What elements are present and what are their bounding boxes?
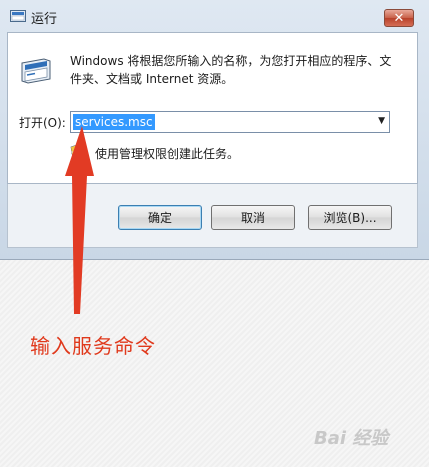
button-bar: 确定 取消 浏览(B)... — [7, 184, 418, 248]
shield-icon — [70, 144, 84, 160]
close-button[interactable]: ✕ — [384, 9, 414, 27]
close-icon: ✕ — [393, 10, 405, 26]
title-bar: 运行 ✕ — [0, 0, 429, 32]
open-label: 打开(O): — [19, 116, 66, 130]
run-dialog: 运行 ✕ Windows 将根据您所输入的名称，为您打开相应的程序、文件夹、文档… — [0, 0, 429, 260]
open-combobox[interactable]: services.msc ▼ — [70, 111, 390, 133]
ok-button[interactable]: 确定 — [118, 205, 202, 230]
run-program-icon — [21, 58, 51, 84]
annotation-text: 输入服务命令 — [30, 334, 156, 358]
watermark: Bai 经验 — [314, 428, 389, 449]
run-icon-small — [10, 10, 26, 22]
chevron-down-icon[interactable]: ▼ — [378, 116, 385, 126]
open-input-value[interactable]: services.msc — [73, 114, 155, 130]
dialog-content: Windows 将根据您所输入的名称，为您打开相应的程序、文件夹、文档或 Int… — [7, 32, 418, 184]
browse-button[interactable]: 浏览(B)... — [308, 205, 392, 230]
window-title: 运行 — [31, 12, 58, 27]
cancel-button[interactable]: 取消 — [211, 205, 295, 230]
admin-note: 使用管理权限创建此任务。 — [95, 147, 240, 161]
dialog-description: Windows 将根据您所输入的名称，为您打开相应的程序、文件夹、文档或 Int… — [70, 54, 392, 86]
